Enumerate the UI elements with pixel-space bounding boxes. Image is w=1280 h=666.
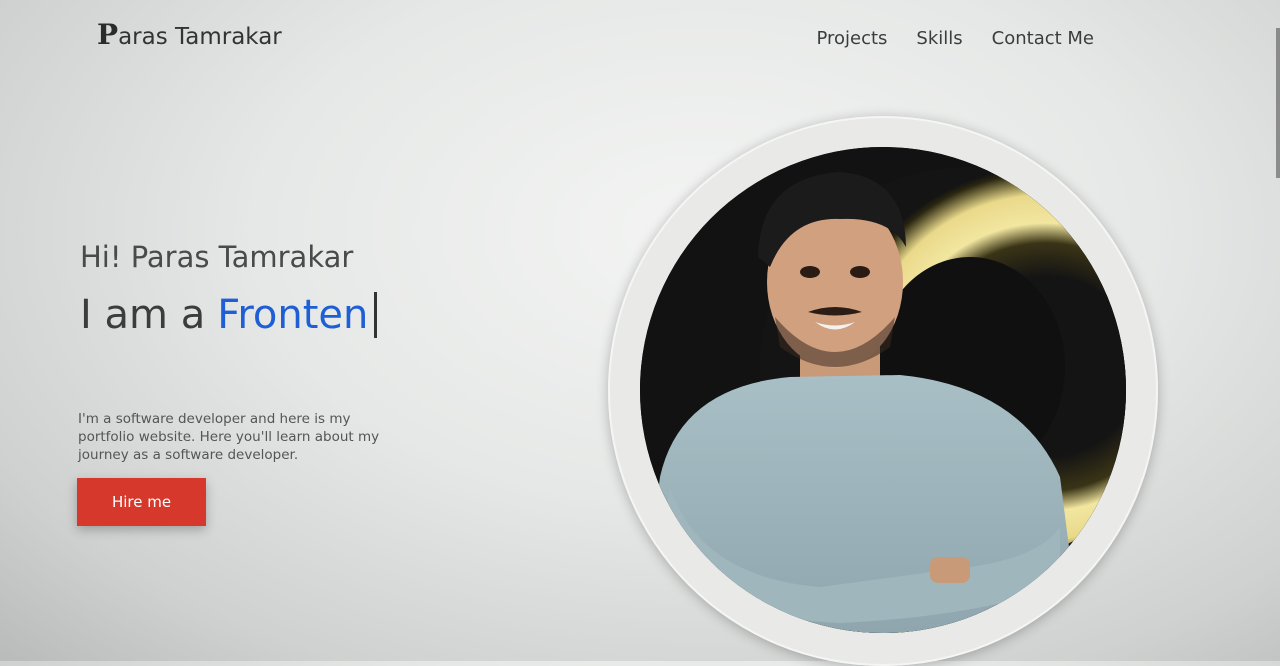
page-scrollbar[interactable] xyxy=(1276,28,1280,178)
nav-link-contact-me[interactable]: Contact Me xyxy=(992,28,1094,49)
hire-me-button[interactable]: Hire me xyxy=(77,478,206,526)
typing-caret xyxy=(374,292,378,338)
top-navigation-bar: P aras Tamrakar Projects Skills Contact … xyxy=(0,0,1280,80)
brand-logo[interactable]: P aras Tamrakar xyxy=(97,18,282,51)
profile-photo xyxy=(640,147,1126,633)
role-prefix: I am a xyxy=(80,292,206,338)
typed-role-word: Fronten xyxy=(217,292,369,338)
logo-letter: P xyxy=(97,18,118,51)
brand-name: aras Tamrakar xyxy=(118,24,282,50)
hero-description: I'm a software developer and here is my … xyxy=(78,410,380,463)
hero-intro: Hi! Paras Tamrakar I am a Fronten xyxy=(80,240,378,338)
main-nav: Projects Skills Contact Me xyxy=(816,28,1094,49)
profile-photo-illustration xyxy=(640,147,1126,633)
typing-headline: I am a Fronten xyxy=(80,292,378,338)
nav-link-skills[interactable]: Skills xyxy=(916,28,962,49)
hero-greeting: Hi! Paras Tamrakar xyxy=(80,240,354,274)
nav-link-projects[interactable]: Projects xyxy=(816,28,887,49)
